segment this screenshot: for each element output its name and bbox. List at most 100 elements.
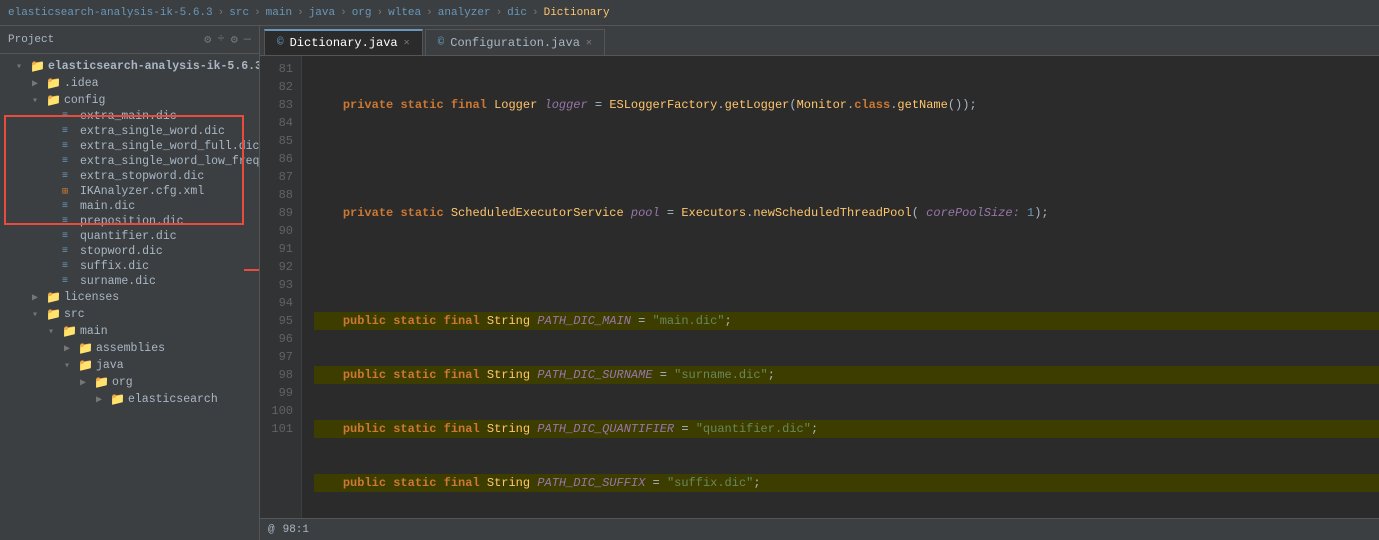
settings-icon[interactable]: ⚙ <box>204 32 211 47</box>
tree-ikanalyzer[interactable]: ⊞ IKAnalyzer.cfg.xml <box>0 184 259 199</box>
extra-main-label: extra_main.dic <box>80 110 177 123</box>
java-folder-label: java <box>96 359 124 372</box>
bc-analyzer: analyzer <box>438 7 491 19</box>
tab-dictionary-icon: © <box>277 37 284 49</box>
main-layout: Project ⚙ ÷ ⚙ — ▾ 📁 elasticsearch-analys… <box>0 26 1379 540</box>
tab-configuration[interactable]: © Configuration.java ✕ <box>425 29 605 55</box>
file-icon-preposition: ≡ <box>62 216 80 227</box>
bc-java: java <box>309 7 335 19</box>
code-editor: 81 82 83 84 85 86 87 88 89 90 91 92 93 9… <box>260 56 1379 518</box>
status-at-icon: @ <box>268 524 275 536</box>
tab-configuration-icon: © <box>438 37 445 49</box>
tabs-bar: © Dictionary.java ✕ © Configuration.java… <box>260 26 1379 56</box>
tree-extra-stopword[interactable]: ≡ extra_stopword.dic <box>0 169 259 184</box>
tree-extra-main[interactable]: ≡ extra_main.dic <box>0 109 259 124</box>
tree-extra-single-word-low-freq[interactable]: ≡ extra_single_word_low_freq.dic <box>0 154 259 169</box>
root-folder-icon: 📁 <box>30 59 48 74</box>
code-line-83: private static ScheduledExecutorService … <box>314 204 1379 222</box>
extra-low-freq-label: extra_single_word_low_freq.dic <box>80 155 259 168</box>
bc-dictionary: Dictionary <box>544 7 610 19</box>
tree-suffix[interactable]: ≡ suffix.dic <box>0 259 259 274</box>
elasticsearch-folder-icon: 📁 <box>110 392 128 407</box>
tab-dictionary[interactable]: © Dictionary.java ✕ <box>264 29 423 55</box>
sidebar: Project ⚙ ÷ ⚙ — ▾ 📁 elasticsearch-analys… <box>0 26 260 540</box>
file-icon-quantifier: ≡ <box>62 231 80 242</box>
assemblies-label: assemblies <box>96 342 165 355</box>
code-line-85: public static final String PATH_DIC_MAIN… <box>314 312 1379 330</box>
sidebar-icons[interactable]: ⚙ ÷ ⚙ — <box>204 32 251 47</box>
licenses-folder-icon: 📁 <box>46 290 64 305</box>
java-folder-icon: 📁 <box>78 358 96 373</box>
file-icon-stopword: ≡ <box>62 246 80 257</box>
title-bar: elasticsearch-analysis-ik-5.6.3 › src › … <box>0 0 1379 26</box>
tree-elasticsearch[interactable]: ▶ 📁 elasticsearch <box>0 391 259 408</box>
code-line-87: public static final String PATH_DIC_QUAN… <box>314 420 1379 438</box>
tab-configuration-label: Configuration.java <box>450 36 580 50</box>
tree-surname[interactable]: ≡ surname.dic <box>0 274 259 289</box>
bc-org: org <box>352 7 372 19</box>
editor-area: © Dictionary.java ✕ © Configuration.java… <box>260 26 1379 540</box>
assemblies-folder-icon: 📁 <box>78 341 96 356</box>
config-label: config <box>64 94 105 107</box>
tree-extra-single-word-full[interactable]: ≡ extra_single_word_full.dic <box>0 139 259 154</box>
tree-src[interactable]: ▾ 📁 src <box>0 306 259 323</box>
code-line-84 <box>314 258 1379 276</box>
src-label: src <box>64 308 85 321</box>
code-line-88: public static final String PATH_DIC_SUFF… <box>314 474 1379 492</box>
tree-stopword[interactable]: ≡ stopword.dic <box>0 244 259 259</box>
tree-preposition[interactable]: ≡ preposition.dic <box>0 214 259 229</box>
tree-root[interactable]: ▾ 📁 elasticsearch-analysis-ik-5.6.3 [ela… <box>0 58 259 75</box>
tree-java[interactable]: ▾ 📁 java <box>0 357 259 374</box>
split-icon[interactable]: ÷ <box>217 32 224 47</box>
config-folder-icon: 📁 <box>46 93 64 108</box>
line-numbers: 81 82 83 84 85 86 87 88 89 90 91 92 93 9… <box>260 56 302 518</box>
file-icon-extra-main: ≡ <box>62 111 80 122</box>
sidebar-title: Project <box>8 34 54 46</box>
quantifier-label: quantifier.dic <box>80 230 177 243</box>
tab-dictionary-close[interactable]: ✕ <box>404 37 410 49</box>
code-content[interactable]: private static final Logger logger = ESL… <box>302 56 1379 518</box>
file-icon-ikanalyzer: ⊞ <box>62 186 80 198</box>
elasticsearch-label: elasticsearch <box>128 393 218 406</box>
gear-icon[interactable]: ⚙ <box>231 32 238 47</box>
surname-label: surname.dic <box>80 275 156 288</box>
ikanalyzer-label: IKAnalyzer.cfg.xml <box>80 185 204 198</box>
sidebar-tree: ▾ 📁 elasticsearch-analysis-ik-5.6.3 [ela… <box>0 54 259 540</box>
idea-label: .idea <box>64 77 99 90</box>
sidebar-header: Project ⚙ ÷ ⚙ — <box>0 26 259 54</box>
root-label: elasticsearch-analysis-ik-5.6.3 [elastic… <box>48 60 259 73</box>
tree-main-dic[interactable]: ≡ main.dic <box>0 199 259 214</box>
bc-src: src <box>229 7 249 19</box>
minimize-icon[interactable]: — <box>244 32 251 47</box>
tab-dictionary-label: Dictionary.java <box>290 36 398 50</box>
tree-extra-single-word[interactable]: ≡ extra_single_word.dic <box>0 124 259 139</box>
file-icon-surname: ≡ <box>62 276 80 287</box>
suffix-label: suffix.dic <box>80 260 149 273</box>
tree-org[interactable]: ▶ 📁 org <box>0 374 259 391</box>
stopword-label: stopword.dic <box>80 245 163 258</box>
extra-stopword-label: extra_stopword.dic <box>80 170 204 183</box>
tree-assemblies[interactable]: ▶ 📁 assemblies <box>0 340 259 357</box>
org-folder-icon: 📁 <box>94 375 112 390</box>
tree-quantifier[interactable]: ≡ quantifier.dic <box>0 229 259 244</box>
file-icon-extra-low-freq: ≡ <box>62 156 80 167</box>
src-folder-icon: 📁 <box>46 307 64 322</box>
code-line-82 <box>314 150 1379 168</box>
file-icon-main-dic: ≡ <box>62 201 80 212</box>
tree-licenses[interactable]: ▶ 📁 licenses <box>0 289 259 306</box>
tree-main[interactable]: ▾ 📁 main <box>0 323 259 340</box>
file-icon-extra-stopword: ≡ <box>62 171 80 182</box>
code-line-86: public static final String PATH_DIC_SURN… <box>314 366 1379 384</box>
file-icon-extra-single-word-full: ≡ <box>62 141 80 152</box>
main-label: main <box>80 325 108 338</box>
status-line-col: 98:1 <box>283 524 309 536</box>
tree-config[interactable]: ▾ 📁 config <box>0 92 259 109</box>
tab-configuration-close[interactable]: ✕ <box>586 37 592 49</box>
bc-main: main <box>266 7 292 19</box>
org-label: org <box>112 376 133 389</box>
bc-wltea: wltea <box>388 7 421 19</box>
tree-idea[interactable]: ▶ 📁 .idea <box>0 75 259 92</box>
extra-single-word-full-label: extra_single_word_full.dic <box>80 140 259 153</box>
extra-single-word-label: extra_single_word.dic <box>80 125 225 138</box>
bc-dic: dic <box>507 7 527 19</box>
